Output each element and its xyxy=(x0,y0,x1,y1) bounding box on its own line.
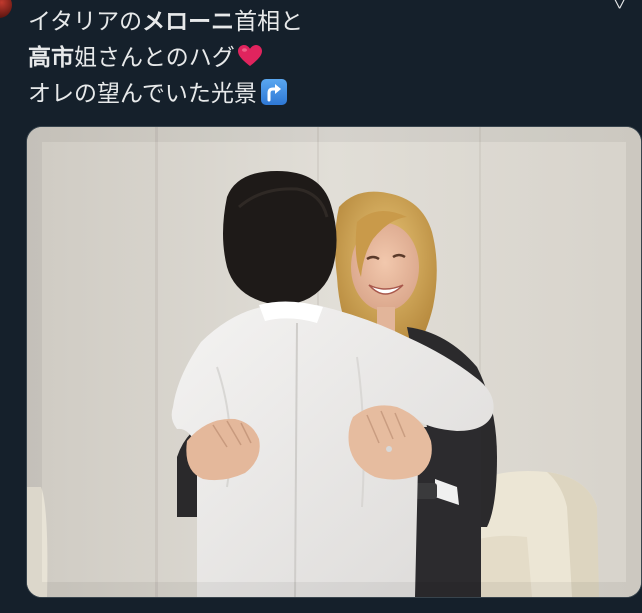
user-avatar[interactable] xyxy=(0,0,12,18)
tweet-line-1-suffix: 首相と xyxy=(234,9,304,35)
hug-photo-illustration xyxy=(27,127,641,597)
tweet-photo[interactable] xyxy=(26,126,642,598)
tweet-line-1: イタリアのメローニ首相と xyxy=(28,4,628,40)
tweet-line-3-text: オレの望んでいた光景 xyxy=(28,81,257,107)
tweet-text: イタリアのメローニ首相と 高市姐さんとのハグ オレの望んでいた光景 xyxy=(28,4,628,112)
tweet-screen: ╲╱ イタリアのメローニ首相と 高市姐さんとのハグ オレの望んでいた光景 xyxy=(0,0,642,613)
tweet-line-1-prefix: イタリアの xyxy=(28,9,143,35)
tweet-line-2-suffix: 姐さんとのハグ xyxy=(74,45,235,71)
tweet-line-2: 高市姐さんとのハグ xyxy=(28,40,628,76)
arrow-up-right-icon xyxy=(260,79,287,105)
tweet-line-2-bold: 高市 xyxy=(28,45,74,71)
heart-icon xyxy=(237,43,263,67)
tweet-line-3: オレの望んでいた光景 xyxy=(28,76,628,112)
tweet-line-1-bold: メローニ xyxy=(142,9,235,35)
